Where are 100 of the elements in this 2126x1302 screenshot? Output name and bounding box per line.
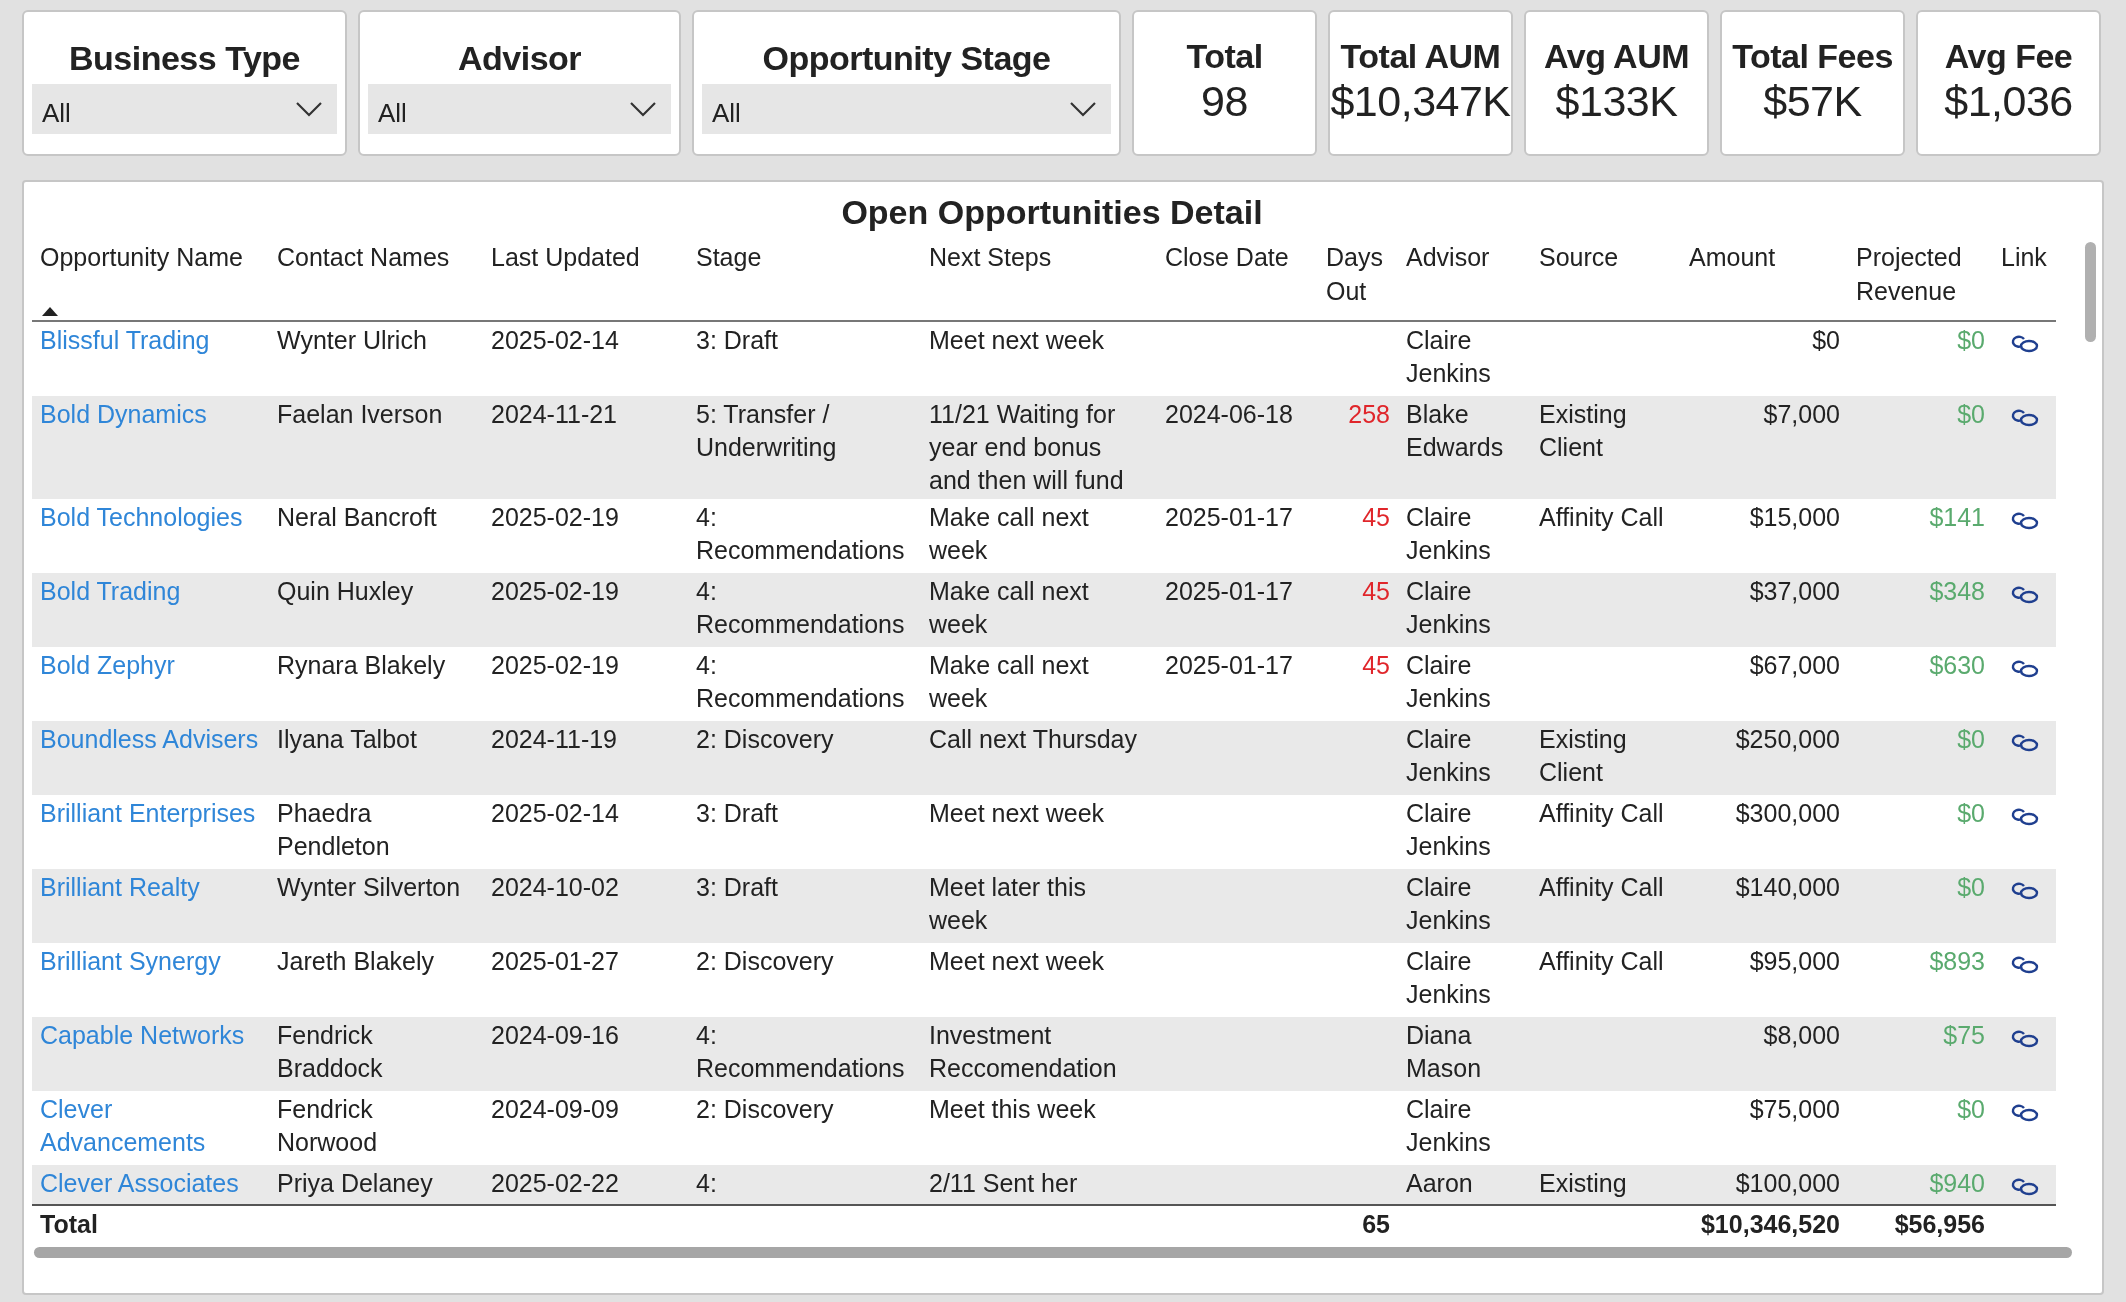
contact-cell-text: Fendrick Norwood [277,1094,379,1158]
filter-title: Advisor [457,38,582,78]
advisor-cell-text: Claire Jenkins [1406,872,1492,936]
revenue-cell-text: $0 [1957,872,1985,903]
filter-dropdown[interactable]: All [702,84,1111,134]
contact-cell-text: Wynter Ulrich [277,325,427,356]
advisor-cell-text: Claire Jenkins [1406,650,1492,714]
revenue-cell-text: $893 [1929,946,1985,977]
contact-cell-text: Neral Bancroft [277,502,437,533]
link-icon[interactable] [2009,586,2040,604]
date-cell-text: 2025-01-17 [1165,502,1293,533]
kpi-value: 98 [1201,76,1248,126]
contact-cell-text: Rynara Blakely [277,650,446,681]
column-header[interactable]: Link [2001,240,2047,274]
revenue-cell-text: $348 [1929,576,1985,607]
revenue-cell-text: $141 [1929,502,1985,533]
column-header[interactable]: Stage [696,240,762,274]
advisor-cell-text: Claire Jenkins [1406,1094,1492,1158]
days-out-cell-text: 45 [1362,650,1390,681]
next-steps-cell-text: Investment Reccomendation [929,1020,1118,1084]
next-steps-cell-text: Meet next week [929,325,1105,356]
days-out-cell-text: 45 [1362,576,1390,607]
amount-cell-text: $95,000 [1749,946,1840,977]
link-icon[interactable] [2009,335,2040,353]
revenue-cell-text: $0 [1957,399,1985,430]
date-cell-text: 2025-02-14 [491,325,619,356]
link-icon[interactable] [2009,1178,2040,1196]
revenue-cell-text: $0 [1957,1094,1985,1125]
revenue-cell-text: $75 [1943,1020,1985,1051]
advisor-cell-text: Claire Jenkins [1406,576,1492,640]
contact-cell-text: Faelan Iverson [277,399,443,430]
stage-cell-text: 3: Draft [696,325,778,356]
stage-cell-text: 3: Draft [696,872,778,903]
opportunity-name-link[interactable]: Clever Advancements [40,1093,261,1159]
next-steps-cell-text: Meet next week [929,798,1105,829]
opportunity-name-link[interactable]: Blissful Trading [40,324,210,357]
amount-cell-text: $8,000 [1763,1020,1840,1051]
date-cell-text: 2025-02-19 [491,502,619,533]
link-icon[interactable] [2009,512,2040,530]
kpi-value: $133K [1555,76,1678,126]
column-header[interactable]: Projected Revenue [1856,240,1985,308]
link-icon[interactable] [2009,660,2040,678]
stage-cell-text: 4: Recommendations [696,650,906,714]
column-header[interactable]: Amount [1689,240,1776,274]
revenue-cell-text: $0 [1957,325,1985,356]
column-header[interactable]: Advisor [1406,240,1490,274]
link-icon[interactable] [2009,808,2040,826]
opportunity-name-link[interactable]: Bold Technologies [40,501,243,534]
stage-cell-text: 4: Recommendations [696,502,906,566]
next-steps-cell-text: 2/11 Sent her [929,1168,1078,1199]
date-cell-text: 2025-02-19 [491,650,619,681]
total-amount: $10,346,520 [1700,1209,1840,1240]
vertical-scrollbar[interactable] [2085,242,2096,342]
source-cell-text: Affinity Call [1539,946,1664,977]
link-icon[interactable] [2009,882,2040,900]
column-header[interactable]: Opportunity Name [40,240,243,274]
filter-title: Business Type [69,38,300,78]
column-header[interactable]: Last Updated [491,240,640,274]
opportunity-name-link[interactable]: Brilliant Synergy [40,945,221,978]
link-icon[interactable] [2009,956,2040,974]
contact-cell-text: Quin Huxley [277,576,414,607]
total-label: Total [40,1209,98,1240]
link-icon[interactable] [2009,734,2040,752]
stage-cell-text: 2: Discovery [696,1094,834,1125]
next-steps-cell-text: Make call next week [929,502,1090,566]
date-cell-text: 2025-02-14 [491,798,619,829]
source-cell-text: Existing [1539,1168,1627,1199]
horizontal-scrollbar[interactable] [34,1247,2072,1258]
column-header[interactable]: Next Steps [929,240,1052,274]
date-cell-text: 2025-01-17 [1165,650,1293,681]
column-header[interactable]: Contact Names [277,240,450,274]
advisor-cell-text: Claire Jenkins [1406,946,1492,1010]
chevron-down-icon [1069,101,1097,117]
link-icon[interactable] [2009,1030,2040,1048]
amount-cell-text: $37,000 [1749,576,1840,607]
stage-cell-text: 4: Recommendations [696,1020,906,1084]
kpi-title: Avg AUM [1543,36,1690,76]
date-cell-text: 2024-09-09 [491,1094,619,1125]
stage-cell-text: 5: Transfer / Underwriting [696,399,838,463]
date-cell-text: 2025-01-27 [491,946,619,977]
amount-cell-text: $100,000 [1735,1168,1840,1199]
link-icon[interactable] [2009,409,2040,427]
filter-dropdown[interactable]: All [32,84,337,134]
contact-cell-text: Jareth Blakely [277,946,435,977]
table-title: Open Opportunities Detail [840,192,1264,232]
column-header[interactable]: Close Date [1165,240,1289,274]
kpi-value: $1,036 [1944,76,2073,126]
chevron-down-icon [295,101,323,117]
revenue-cell-text: $0 [1957,724,1985,755]
advisor-cell-text: Claire Jenkins [1406,798,1492,862]
link-icon[interactable] [2009,1104,2040,1122]
days-out-cell-text: 45 [1362,502,1390,533]
opportunity-name-link[interactable]: Brilliant Enterprises [40,797,256,830]
opportunity-name-link[interactable]: Bold Zephyr [40,649,175,682]
column-header[interactable]: Source [1539,240,1619,274]
filter-dropdown[interactable]: All [368,84,671,134]
next-steps-cell-text: Make call next week [929,576,1090,640]
advisor-cell-text: Claire Jenkins [1406,325,1492,389]
amount-cell-text: $67,000 [1749,650,1840,681]
column-header[interactable]: Days Out [1326,240,1390,308]
